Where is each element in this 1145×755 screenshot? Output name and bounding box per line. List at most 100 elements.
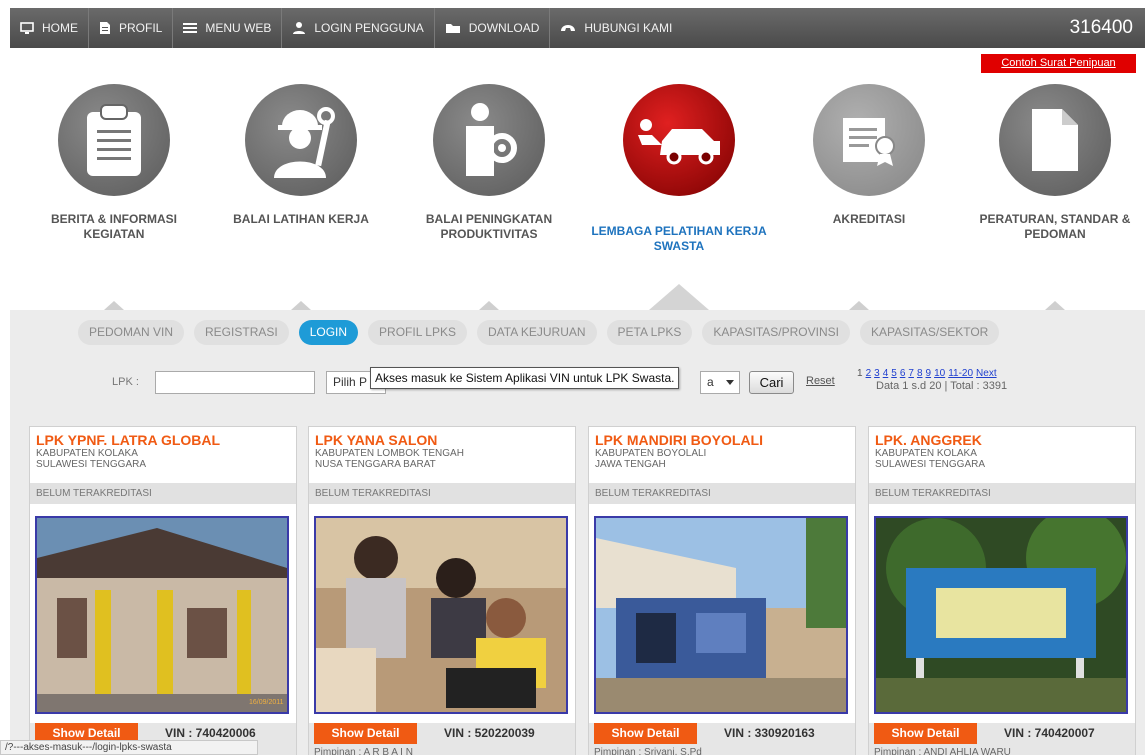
page-link[interactable]: 3 — [874, 368, 880, 380]
show-detail-button[interactable]: Show Detail — [314, 723, 417, 744]
nav-download-label: DOWNLOAD — [468, 21, 540, 35]
login-tooltip: Akses masuk ke Sistem Aplikasi VIN untuk… — [370, 367, 680, 389]
page-link[interactable]: 5 — [891, 368, 897, 380]
lpk-photo-image — [316, 518, 566, 712]
page-link[interactable]: 2 — [866, 368, 872, 380]
subtab-login[interactable]: LOGIN — [298, 320, 359, 345]
lpk-photo[interactable] — [594, 516, 848, 714]
user-icon — [293, 22, 306, 34]
search-button[interactable]: Cari — [749, 371, 794, 394]
lpk-card: LPK. ANGGREK KABUPATEN KOLAKA SULAWESI T… — [868, 426, 1136, 755]
lpk-search-input[interactable] — [155, 371, 315, 394]
folder-icon — [445, 24, 460, 33]
show-detail-button[interactable]: Show Detail — [594, 723, 697, 744]
subtab-data-kejuruan[interactable]: DATA KEJURUAN — [476, 320, 597, 345]
nav-login-pengguna[interactable]: LOGIN PENGGUNA — [282, 8, 435, 48]
monitor-icon — [20, 21, 34, 34]
category-balai-peningkatan-produktivitas-label: BALAI PENINGKATAN PRODUKTIVITAS — [425, 212, 553, 241]
nav-profil-label: PROFIL — [119, 21, 163, 35]
lpk-leader: Pimpinan : A R B A I N — [314, 747, 413, 755]
category-peraturan-label: PERATURAN, STANDAR & PEDOMAN — [979, 212, 1131, 241]
lpk-photo-image — [596, 518, 846, 712]
menu-icon — [183, 23, 198, 33]
pages-icon — [1032, 109, 1078, 171]
sub-tabs: PEDOMAN VIN REGISTRASI LOGIN PROFIL LPKS… — [78, 320, 1000, 345]
lpk-name[interactable]: LPK MANDIRI BOYOLALI — [595, 432, 849, 448]
category-pointer — [1045, 301, 1065, 310]
category-pointer-active — [649, 284, 709, 310]
lpk-name[interactable]: LPK. ANGGREK — [875, 432, 1129, 448]
lpk-card: LPK YANA SALON KABUPATEN LOMBOK TENGAH N… — [308, 426, 576, 755]
lpk-province: SULAWESI TENGGARA — [36, 459, 147, 470]
category-pointer — [104, 301, 124, 310]
reset-link[interactable]: Reset — [806, 375, 835, 387]
nav-hubungi-kami[interactable]: HUBUNGI KAMI — [550, 8, 682, 48]
category-akreditasi[interactable]: AKREDITASI — [774, 78, 964, 227]
subtab-pedoman-vin[interactable]: PEDOMAN VIN — [78, 320, 185, 345]
clipboard-icon — [87, 104, 141, 176]
page-link[interactable]: 8 — [917, 368, 923, 380]
category-berita[interactable]: BERITA & INFORMASI KEGIATAN — [19, 78, 209, 242]
subtab-kapasitas-provinsi[interactable]: KAPASITAS/PROVINSI — [702, 320, 850, 345]
lpk-card: LPK YPNF. LATRA GLOBAL KABUPATEN KOLAKA … — [29, 426, 297, 755]
page-link[interactable]: 4 — [883, 368, 889, 380]
lpk-regency: KABUPATEN BOYOLALI — [595, 448, 707, 459]
page-link[interactable]: 9 — [926, 368, 932, 380]
visitor-counter: 316400 — [1069, 17, 1133, 38]
lpk-province: NUSA TENGGARA BARAT — [315, 459, 436, 470]
pagination-info: Data 1 s.d 20 | Total : 3391 — [876, 380, 1008, 392]
subtab-kapasitas-sektor[interactable]: KAPASITAS/SEKTOR — [859, 320, 1000, 345]
lpk-vin: VIN : 740420006 — [165, 726, 256, 740]
accreditation-status: BELUM TERAKREDITASI — [309, 483, 575, 504]
category-balai-latihan-kerja-label: BALAI LATIHAN KERJA — [233, 212, 369, 226]
lpk-regency: KABUPATEN KOLAKA — [36, 448, 138, 459]
nav-menu-web[interactable]: MENU WEB — [173, 8, 283, 48]
category-pointer — [291, 301, 311, 310]
subtab-peta-lpks[interactable]: PETA LPKS — [606, 320, 693, 345]
lpk-photo[interactable]: 16/09/2011 — [35, 516, 289, 714]
category-balai-latihan-kerja[interactable]: BALAI LATIHAN KERJA — [206, 78, 396, 227]
page-link[interactable]: 7 — [908, 368, 914, 380]
nav-login-pengguna-label: LOGIN PENGGUNA — [314, 21, 424, 35]
page-link[interactable]: 6 — [900, 368, 906, 380]
show-detail-button[interactable]: Show Detail — [874, 723, 977, 744]
phone-icon — [561, 25, 576, 31]
chevron-down-icon — [726, 380, 734, 385]
lpk-regency: KABUPATEN LOMBOK TENGAH — [315, 448, 464, 459]
accreditation-status: BELUM TERAKREDITASI — [869, 483, 1135, 504]
category-peraturan[interactable]: PERATURAN, STANDAR & PEDOMAN — [960, 78, 1145, 242]
accreditation-status: BELUM TERAKREDITASI — [589, 483, 855, 504]
lpk-province: SULAWESI TENGGARA — [875, 459, 986, 470]
category-lembaga-pelatihan-kerja-swasta[interactable]: LEMBAGA PELATIHAN KERJA SWASTA — [584, 78, 774, 254]
lpk-leader: Pimpinan : ANDI AHLIA WARU — [874, 747, 1011, 755]
nav-profil[interactable]: PROFIL — [89, 8, 174, 48]
subtab-profil-lpks[interactable]: PROFIL LPKS — [368, 320, 467, 345]
accreditation-status: BELUM TERAKREDITASI — [30, 483, 296, 504]
page-link-next-range[interactable]: 11-20 — [948, 368, 973, 380]
lpk-photo-image — [876, 518, 1126, 712]
lpk-name[interactable]: LPK YPNF. LATRA GLOBAL — [36, 432, 290, 448]
lpk-vin: VIN : 740420007 — [1004, 726, 1095, 740]
lpk-photo[interactable] — [874, 516, 1128, 714]
page-link[interactable]: 10 — [934, 368, 945, 380]
lpk-photo[interactable] — [314, 516, 568, 714]
page-link-next[interactable]: Next — [976, 368, 997, 380]
filter-select[interactable]: a — [700, 371, 740, 394]
category-pointer — [479, 301, 499, 310]
nav-home[interactable]: HOME — [10, 8, 89, 48]
photo-date: 16/09/2011 — [249, 699, 284, 706]
certificate-icon — [843, 118, 895, 166]
page-current: 1 — [857, 368, 863, 379]
lpk-name[interactable]: LPK YANA SALON — [315, 432, 569, 448]
scam-letter-link[interactable]: Contoh Surat Penipuan — [981, 54, 1136, 73]
lpk-province: JAWA TENGAH — [595, 459, 666, 470]
nav-download[interactable]: DOWNLOAD — [435, 8, 551, 48]
pagination: 1 2 3 4 5 6 7 8 9 10 11-20 Next Data 1 s… — [857, 368, 1007, 392]
category-balai-peningkatan-produktivitas[interactable]: BALAI PENINGKATAN PRODUKTIVITAS — [394, 78, 584, 242]
subtab-registrasi[interactable]: REGISTRASI — [194, 320, 289, 345]
filter-select-value: a — [707, 375, 714, 389]
lpk-vin: VIN : 520220039 — [444, 726, 535, 740]
car-mechanic-icon — [638, 119, 720, 165]
lpk-photo-image: 16/09/2011 — [37, 518, 287, 712]
content-area: PEDOMAN VIN REGISTRASI LOGIN PROFIL LPKS… — [10, 310, 1145, 755]
